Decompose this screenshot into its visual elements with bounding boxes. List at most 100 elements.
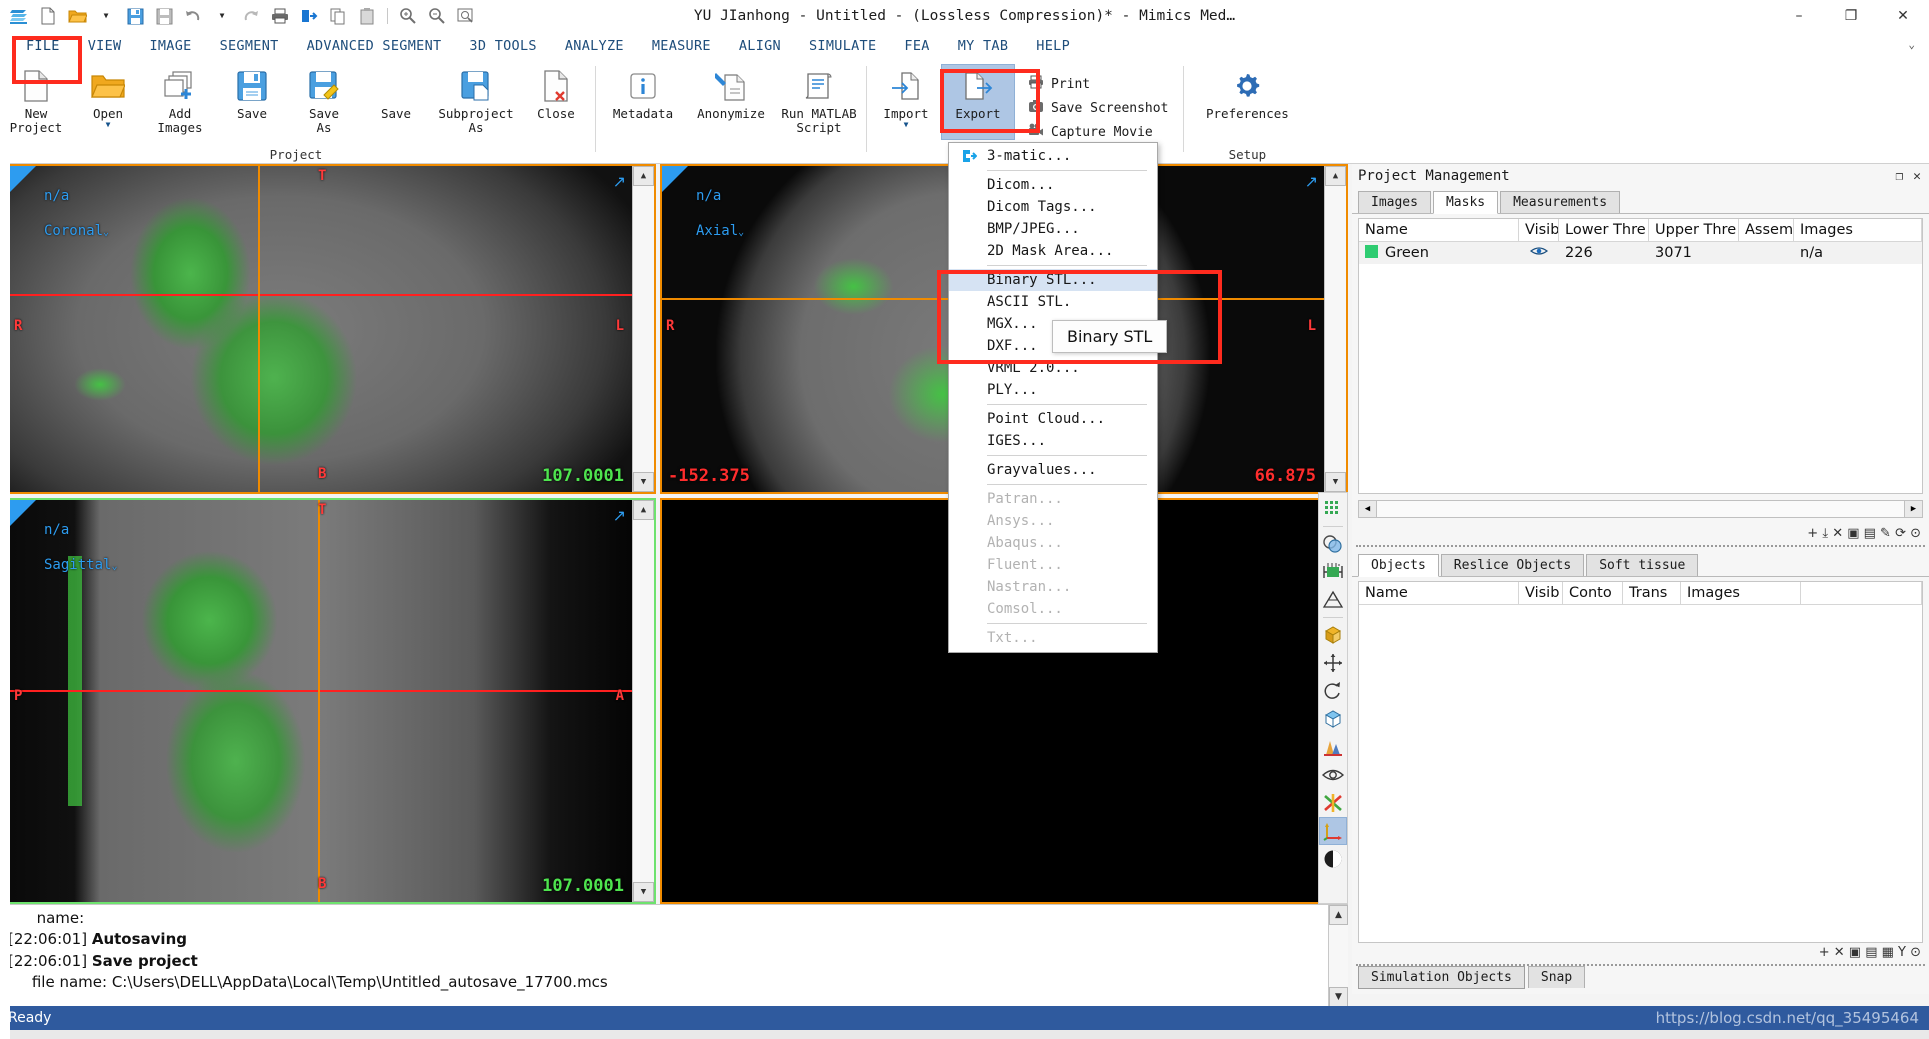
objects-col-contour[interactable]: Conto [1563,582,1623,604]
boolean-ops-icon[interactable] [1320,531,1346,557]
minimize-button[interactable]: – [1773,0,1825,32]
panel-close-button[interactable]: ✕ [1913,169,1921,184]
triangle-reduce-icon[interactable] [1320,587,1346,613]
export-vrml-item[interactable]: VRML 2.0... [949,357,1157,379]
coronal-vertical-scrollbar[interactable]: ▲ ▼ [632,166,654,492]
axes-icon[interactable] [1319,817,1347,845]
panel-float-button[interactable]: ❐ [1895,169,1903,184]
rotate-icon[interactable] [1320,678,1346,704]
save-button-2[interactable]: Save [360,65,432,139]
log-console[interactable]: name: [22:06:01] Autosaving [22:06:01] S… [0,904,1348,1006]
masks-col-visible[interactable]: Visib [1519,219,1559,241]
sagittal-orientation-label[interactable]: n/a Sagittal⌄ [44,504,117,574]
add-images-button[interactable]: Add Images [144,65,216,139]
move-icon[interactable] [1320,650,1346,676]
crosshair-icon[interactable] [1320,790,1346,816]
axial-scroll-up[interactable]: ▲ [1325,166,1346,186]
masks-horizontal-scrollbar[interactable]: ◀ ▶ [1358,500,1923,518]
crop-mask-icon[interactable] [1320,559,1346,585]
metadata-button[interactable]: Metadata [599,65,687,139]
axial-orientation-label[interactable]: n/a Axial⌄ [696,170,744,240]
close-button[interactable]: Close [520,65,592,139]
subproject-as-button[interactable]: Subproject As [432,65,520,139]
undo-dropdown-caret-icon[interactable]: ▼ [209,4,235,28]
sagittal-vertical-scrollbar[interactable]: ▲ ▼ [632,500,654,902]
mask-grid-icon[interactable] [1320,496,1346,522]
axial-plane-caret-icon[interactable]: ⌄ [738,227,744,238]
coronal-viewport[interactable]: n/a Coronal⌄ ↗ T B R L 107.0001 ▲ ▼ [8,164,656,494]
zoom-out-icon[interactable] [424,4,450,28]
print-icon[interactable] [267,4,293,28]
coronal-scroll-down[interactable]: ▼ [633,472,654,492]
menu-item-file[interactable]: FILE [12,34,74,58]
menu-item-align[interactable]: ALIGN [725,34,795,58]
export-grayvalues-item[interactable]: Grayvalues... [949,459,1157,481]
sagittal-scroll-up[interactable]: ▲ [633,500,654,520]
tab-objects[interactable]: Objects [1358,554,1439,577]
export-blue-icon[interactable] [296,4,322,28]
anonymize-button[interactable]: Anonymize [687,65,775,139]
paste-icon[interactable] [354,4,380,28]
sagittal-scroll-down[interactable]: ▼ [633,882,654,902]
export-3matic-item[interactable]: 3-matic... [949,145,1157,167]
masks-mini-toolbar[interactable]: + ⤓ ✕ ▣ ▤ ✎ ⟳ ⊙ [1352,524,1929,543]
masks-col-assembly[interactable]: Assem [1739,219,1794,241]
copy-icon[interactable] [325,4,351,28]
panel-splitter[interactable] [1356,545,1925,547]
mask-visibility-eye-icon[interactable] [1519,242,1559,264]
undo-icon[interactable] [180,4,206,28]
contrast-icon[interactable] [1320,846,1346,872]
menu-item-advanced-segment[interactable]: ADVANCED SEGMENT [293,34,456,58]
masks-scroll-left[interactable]: ◀ [1359,501,1377,517]
new-file-icon[interactable] [35,4,61,28]
cube-view-icon[interactable] [1320,706,1346,732]
tab-reslice-objects[interactable]: Reslice Objects [1440,554,1585,576]
save-all-icon[interactable] [151,4,177,28]
tab-snap[interactable]: Snap [1527,966,1586,988]
tab-masks[interactable]: Masks [1432,191,1499,214]
sagittal-expand-icon[interactable]: ↗ [613,506,626,525]
maximize-button[interactable]: ❐ [1825,0,1877,32]
tab-measurements[interactable]: Measurements [1500,191,1621,213]
log-vertical-scrollbar[interactable]: ▲ ▼ [1328,905,1348,1006]
redo-icon[interactable] [238,4,264,28]
new-project-button[interactable]: New Project [0,65,72,139]
coronal-scroll-thumb[interactable] [633,186,654,472]
menu-item-my-tab[interactable]: MY TAB [944,34,1023,58]
objects-mini-toolbar[interactable]: + ✕ ▣ ▤ ▦ Y ⊙ [1352,943,1929,962]
menu-item-image[interactable]: IMAGE [135,34,205,58]
import-button[interactable]: Import ▼ [870,65,942,139]
axial-scroll-down[interactable]: ▼ [1325,472,1346,492]
run-matlab-script-button[interactable]: Run MATLAB Script [775,65,863,139]
export-dropdown-menu[interactable]: 3-matic... Dicom... Dicom Tags... BMP/JP… [948,142,1158,653]
export-2d-mask-area-item[interactable]: 2D Mask Area... [949,240,1157,262]
open-folder-icon[interactable] [64,4,90,28]
export-dicom-tags-item[interactable]: Dicom Tags... [949,196,1157,218]
import-dropdown-caret-icon[interactable]: ▼ [904,121,909,129]
export-binary-stl-item[interactable]: Binary STL... [949,269,1157,291]
menu-item-view[interactable]: VIEW [74,34,136,58]
sagittal-viewport[interactable]: n/a Sagittal⌄ ↗ T B P A 107.0001 ▲ ▼ [8,498,656,904]
sagittal-crosshair-horizontal[interactable] [10,690,654,692]
save-screenshot-menu-item[interactable]: Save Screenshot [1022,97,1174,119]
capture-movie-menu-item[interactable]: Capture Movie [1022,121,1174,143]
tab-soft-tissue[interactable]: Soft tissue [1586,554,1699,576]
export-iges-item[interactable]: IGES... [949,430,1157,452]
menu-item-measure[interactable]: MEASURE [638,34,725,58]
box-3d-icon[interactable] [1320,622,1346,648]
export-button[interactable]: Export [941,64,1015,140]
open-dropdown-caret-icon[interactable]: ▼ [106,121,111,129]
axial-vertical-scrollbar[interactable]: ▲ ▼ [1324,166,1346,492]
coronal-crosshair-vertical[interactable] [258,166,260,492]
mask-color-swatch[interactable] [1365,245,1378,258]
render-3d-icon[interactable] [1320,734,1346,760]
axial-scroll-thumb[interactable] [1325,186,1346,472]
objects-col-extra[interactable] [1801,582,1922,604]
coronal-crosshair-horizontal[interactable] [10,294,654,296]
objects-col-visible[interactable]: Visib [1519,582,1563,604]
coronal-scroll-up[interactable]: ▲ [633,166,654,186]
menu-item-analyze[interactable]: ANALYZE [551,34,638,58]
menu-item-fea[interactable]: FEA [890,34,943,58]
coronal-plane-caret-icon[interactable]: ⌄ [103,227,109,238]
preferences-button[interactable]: Preferences [1187,65,1307,139]
